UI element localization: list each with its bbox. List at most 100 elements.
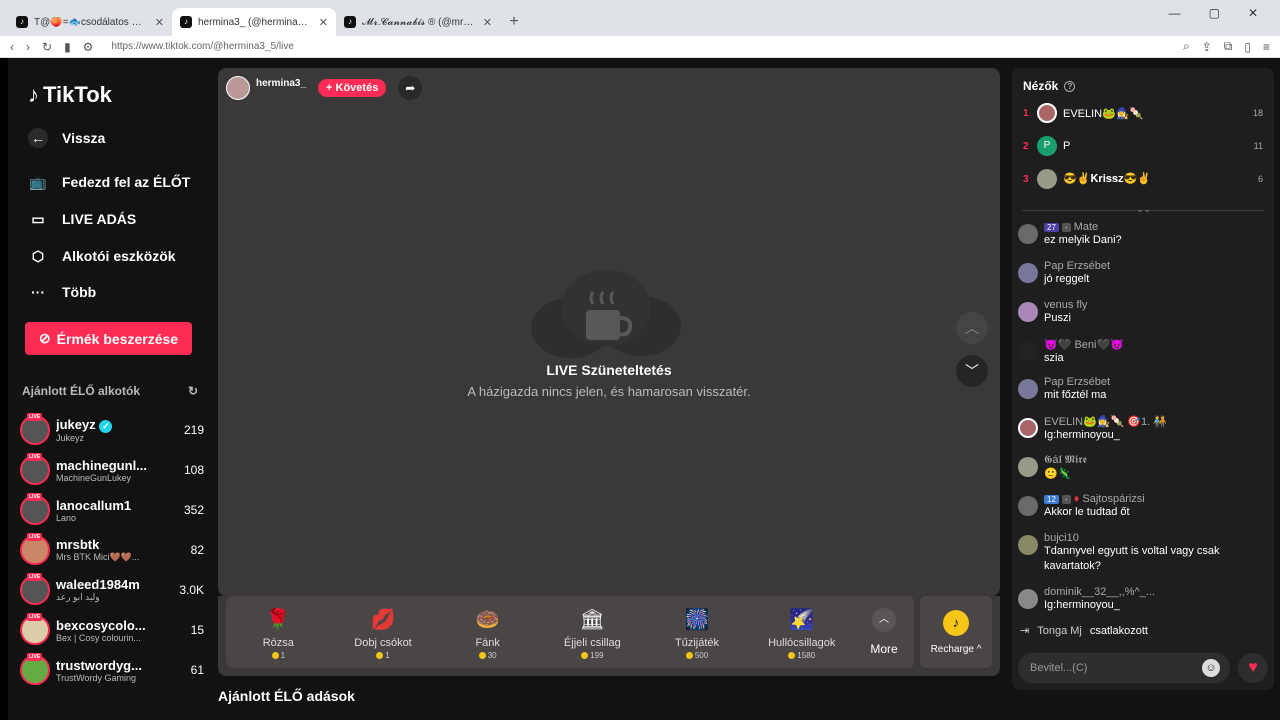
chat-input[interactable]: [1018, 653, 1230, 683]
creator-name: mrsbtk: [56, 537, 100, 552]
viewer-count: 82: [190, 543, 204, 557]
browser-tab[interactable]: ♪ T@🍑=🐟csodálatos Dalma🐸 (@ ✕: [8, 8, 172, 36]
creator-item[interactable]: LIVE trustwordyg... TrustWordy Gaming 61: [20, 653, 204, 687]
creator-item[interactable]: LIVE jukeyz ✓ Jukeyz 219: [20, 413, 204, 447]
share-page-icon[interactable]: ⇪: [1202, 40, 1212, 54]
nav-go-live[interactable]: ▭ LIVE ADÁS: [28, 209, 136, 229]
gift-donut[interactable]: 🍩 Fánk 30: [435, 596, 540, 668]
sidebar-icon[interactable]: ▯: [1244, 40, 1251, 54]
viewer-name: P: [1063, 140, 1071, 152]
coin-icon: [581, 651, 589, 659]
extensions-icon[interactable]: ⧉: [1224, 39, 1233, 54]
chevron-up-icon: ︿: [872, 608, 897, 632]
chat-message[interactable]: venus fly Puszi: [1018, 299, 1268, 326]
help-icon[interactable]: ?: [1064, 80, 1076, 92]
url-field[interactable]: https://www.tiktok.com/@hermina3_5/live: [105, 41, 1171, 52]
nav-label: Több: [62, 284, 97, 300]
gift-rose[interactable]: 🌹 Rózsa 1: [226, 596, 331, 668]
gift-name: Hullócsillagok: [768, 636, 836, 649]
heart-icon[interactable]: ♥: [1238, 653, 1268, 683]
nav-creator-tools[interactable]: ⬡ Alkotói eszközök: [28, 246, 176, 266]
creator-item[interactable]: LIVE lanocallum1 Lano 352: [20, 493, 204, 527]
chat-message[interactable]: EVELIN🐸🧙‍♀️🍡 🎯1. 🧑‍🤝‍🧑 Ig:herminoyou_: [1018, 415, 1268, 443]
reload-icon[interactable]: ↻: [42, 40, 52, 54]
close-window-icon[interactable]: ✕: [1248, 6, 1258, 20]
back-icon[interactable]: ‹: [10, 40, 14, 54]
top-viewer[interactable]: 3 😎✌️𝐊𝐫𝐢𝐬𝐬𝐳😎✌️ 6: [1023, 168, 1263, 190]
creator-item[interactable]: LIVE machinegunl... MachineGunLukey 108: [20, 453, 204, 487]
gift-shooting-stars[interactable]: 🌠 Hullócsillagok 1580: [749, 596, 854, 668]
next-live-icon[interactable]: ﹀: [956, 355, 988, 387]
gift-fireworks[interactable]: 🎆 Tűzijáték 500: [645, 596, 750, 668]
tiktok-coin-icon: ♪: [943, 609, 969, 636]
creator-nickname: Bex | Cosy colourin...: [56, 632, 141, 643]
host-avatar[interactable]: [226, 76, 250, 100]
live-video-player[interactable]: hermina3_ + Követés ➦ LIVE Szüneteltetés…: [218, 68, 1000, 596]
avatar: [1018, 302, 1038, 322]
creator-nickname: وليد ابو رعد: [56, 592, 100, 602]
lips-icon: 💋: [370, 609, 396, 631]
chat-message[interactable]: Pap Erzsébet mit főztél ma: [1018, 376, 1268, 403]
avatar: LIVE: [20, 533, 50, 565]
nav-more[interactable]: ··· Több: [28, 282, 96, 302]
refresh-icon[interactable]: ↻: [188, 384, 198, 398]
recharge-button[interactable]: ♪ Recharge ^: [920, 596, 992, 668]
site-settings-icon[interactable]: ⚙: [83, 40, 94, 54]
avatar: [1037, 169, 1057, 189]
tiktok-logo[interactable]: ♪ TikTok: [28, 82, 112, 108]
new-tab-icon[interactable]: +: [500, 8, 528, 36]
gift-night-star[interactable]: 🏛 Éjjeli csillag 199: [540, 596, 645, 668]
more-gifts-button[interactable]: ︿ More: [854, 596, 914, 668]
chat-message[interactable]: 12 · ♦ Sajtospárizsi Akkor le tudtad őt: [1018, 493, 1268, 520]
chevron-down-icon[interactable]: ⌄⌄: [1136, 204, 1151, 215]
browser-tab-active[interactable]: ♪ hermina3_ (@hermina3_5) ÉLŐ a ✕: [172, 8, 336, 36]
emoji-icon[interactable]: ☺: [1202, 659, 1220, 677]
close-tab-icon[interactable]: ✕: [483, 16, 492, 29]
avatar: LIVE: [20, 453, 50, 485]
fan-badge: ·: [1061, 495, 1071, 504]
arrow-left-icon: ←: [28, 128, 48, 148]
creator-item[interactable]: LIVE waleed1984m وليد ابو رعد 3.0K: [20, 573, 204, 607]
avatar: LIVE: [20, 413, 50, 445]
share-icon[interactable]: ➦: [398, 76, 423, 100]
menu-icon[interactable]: ≡: [1263, 40, 1270, 54]
chat-message[interactable]: 𝕲á𝖑 𝕸𝖎𝖗𝖊 🙂🦎: [1018, 454, 1268, 482]
nav-explore-live[interactable]: 📺 Fedezd fel az ÉLŐT: [28, 172, 190, 192]
chat-message[interactable]: 😈🖤 Beni🖤😈 szia: [1018, 338, 1268, 366]
nav-back[interactable]: ← Vissza: [28, 128, 105, 148]
chat-message[interactable]: Pap Erzsébet jó reggelt: [1018, 260, 1268, 287]
gift-kiss[interactable]: 💋 Dobj csókot 1: [331, 596, 436, 668]
get-coins-button[interactable]: ⊘ Érmék beszerzése: [25, 322, 192, 355]
previous-live-icon[interactable]: ︿: [956, 312, 988, 344]
chat-username: Pap Erzsébet: [1044, 260, 1111, 272]
minimize-icon[interactable]: —: [1169, 6, 1181, 20]
suggested-live-title: Ajánlott ÉLŐ adások: [218, 688, 355, 704]
browser-tab[interactable]: ♪ 𝓜𝓻.𝓒𝓪𝓷𝓷𝓪𝓫𝓲𝓼 ® (@mrcannabis_) ✕: [336, 8, 500, 36]
top-viewer[interactable]: 2 P P 11: [1023, 135, 1263, 157]
tv-icon: 📺: [29, 173, 47, 190]
avatar: [1018, 418, 1038, 438]
zoom-icon[interactable]: ⌕: [1183, 39, 1190, 54]
viewers-header: Nézők?: [1023, 79, 1076, 93]
maximize-icon[interactable]: ▢: [1209, 6, 1220, 20]
creator-item[interactable]: LIVE mrsbtk Mrs BTK Mici🤎🤎... 82: [20, 533, 204, 567]
chat-username: 𝕲á𝖑 𝕸𝖎𝖗𝖊: [1044, 454, 1087, 466]
chat-message[interactable]: 27 · Mate ez melyik Dani?: [1018, 221, 1268, 248]
chat-message[interactable]: bujci10 Tdannyvel egyutt is voltal vagy c…: [1018, 532, 1268, 574]
creator-item[interactable]: LIVE bexcosycolo... Bex | Cosy colourin...…: [20, 613, 204, 647]
chat-message[interactable]: dominik__32__,,%^_... Ig:herminoyou_: [1018, 586, 1268, 613]
forward-icon[interactable]: ›: [26, 40, 30, 54]
avatar: [1018, 263, 1038, 283]
tab-title: 𝓜𝓻.𝓒𝓪𝓷𝓷𝓪𝓫𝓲𝓼 ® (@mrcannabis_): [362, 16, 477, 28]
join-icon: ⇥: [1020, 625, 1030, 637]
gift-bar: 🌹 Rózsa 1 💋 Dobj csókot 1 🍩 Fánk 30 🏛 Éjjeli cs…: [218, 596, 1000, 676]
bookmark-icon[interactable]: ▮: [64, 40, 71, 54]
close-tab-icon[interactable]: ✕: [155, 16, 164, 29]
host-name[interactable]: hermina3_: [256, 78, 306, 89]
browser-tabbar: ♪ T@🍑=🐟csodálatos Dalma🐸 (@ ✕ ♪ hermina3_ (…: [0, 0, 1280, 36]
top-viewer[interactable]: 1 EVELIN🐸🧙‍♀️🍡 18: [1023, 102, 1263, 124]
follow-button[interactable]: + Követés: [318, 79, 387, 97]
close-tab-icon[interactable]: ✕: [319, 16, 328, 29]
brand-name: TikTok: [43, 82, 112, 107]
level-badge: 27: [1044, 223, 1059, 232]
